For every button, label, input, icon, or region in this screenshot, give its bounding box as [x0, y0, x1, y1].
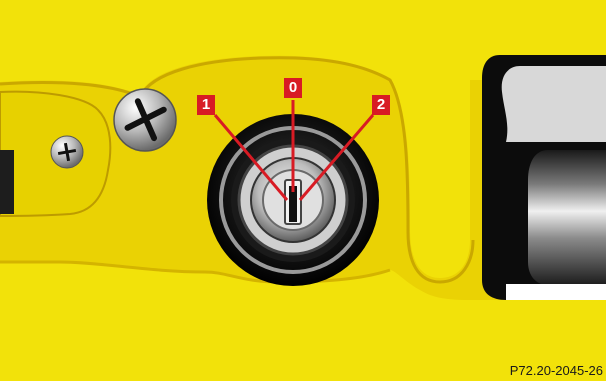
diagram-illustration [0, 0, 606, 381]
reference-code: P72.20-2045-26 [509, 363, 603, 378]
right-housing-top-face [501, 66, 606, 142]
position-label-2: 2 [372, 95, 390, 115]
ignition-lock-diagram: 1 0 2 P72.20-2045-26 [0, 0, 606, 381]
roller-base [506, 284, 606, 300]
position-label-1: 1 [197, 95, 215, 115]
left-edge-slot [0, 150, 14, 214]
right-roller [528, 150, 606, 286]
position-label-0: 0 [284, 78, 302, 98]
